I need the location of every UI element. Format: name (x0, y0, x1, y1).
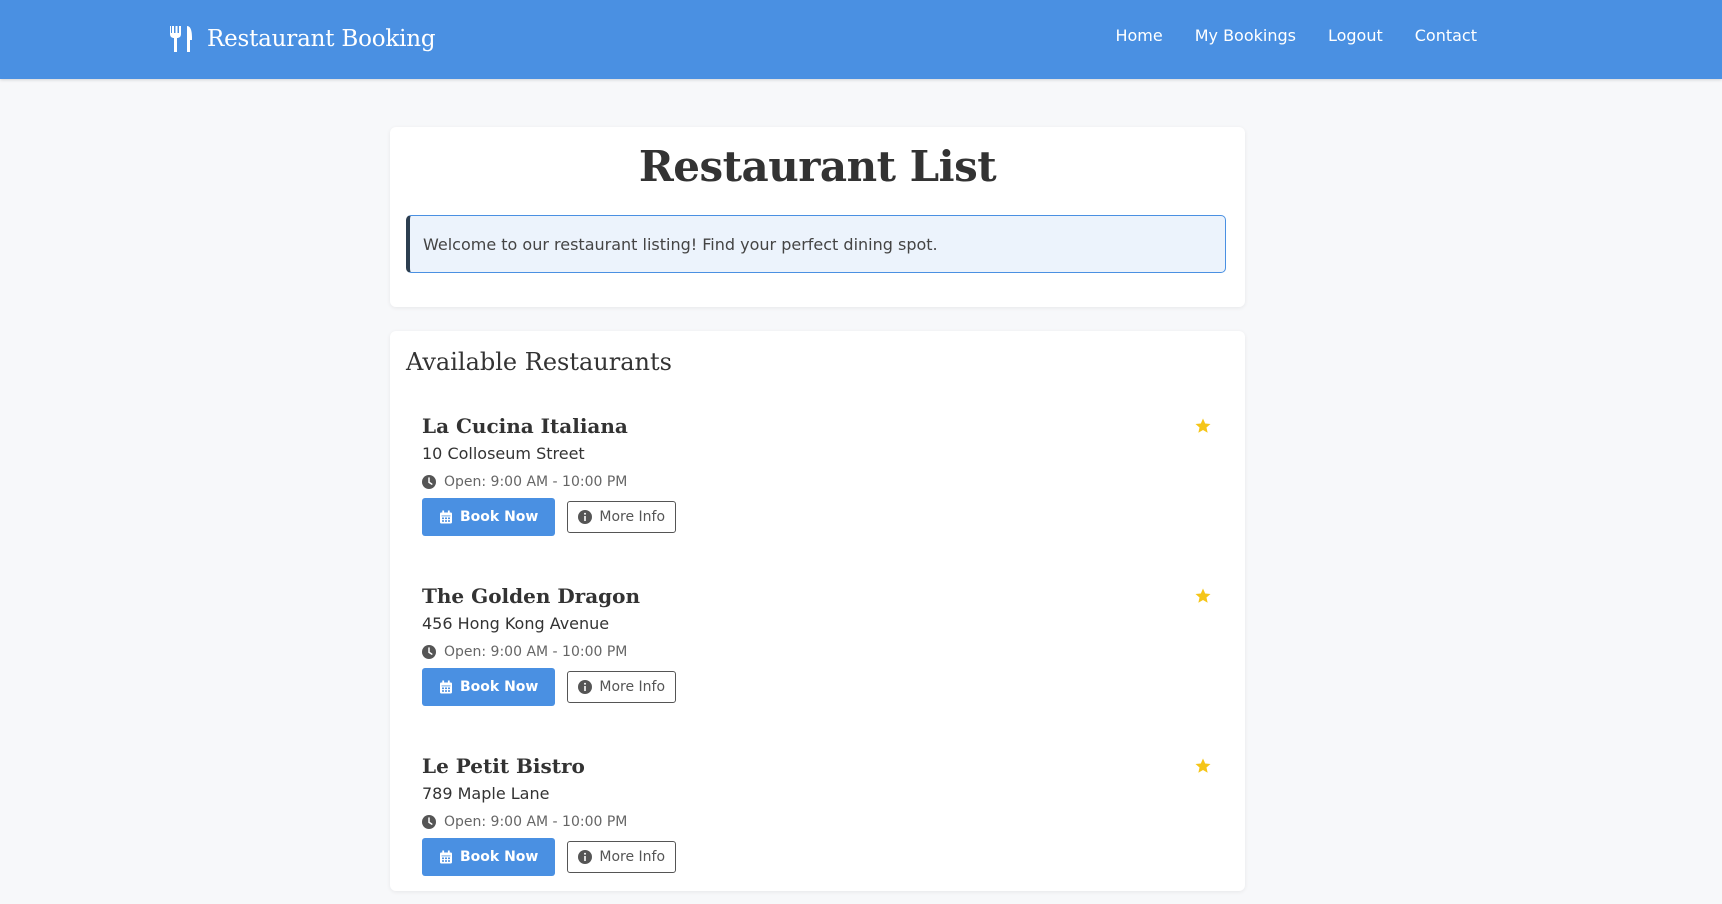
restaurant-hours: Open: 9:00 AM - 10:00 PM (422, 814, 627, 830)
brand-title: Restaurant Booking (207, 26, 436, 52)
brand-link[interactable]: Restaurant Booking (168, 22, 436, 56)
star-icon[interactable] (1194, 757, 1212, 775)
restaurant-item: La Cucina Italiana 10 Colloseum Street O… (422, 414, 1212, 564)
clock-icon (422, 475, 436, 489)
calendar-icon (439, 510, 453, 524)
restaurant-name: The Golden Dragon (422, 584, 641, 608)
restaurant-name: La Cucina Italiana (422, 414, 628, 438)
hours-text: Open: 9:00 AM - 10:00 PM (444, 644, 628, 660)
more-info-label: More Info (599, 679, 666, 695)
more-info-label: More Info (599, 509, 666, 525)
hours-text: Open: 9:00 AM - 10:00 PM (444, 814, 628, 830)
more-info-button[interactable]: More Info (567, 671, 677, 703)
page-title: Restaurant List (638, 142, 997, 191)
info-circle-icon (578, 680, 593, 694)
more-info-button[interactable]: More Info (567, 841, 677, 873)
nav-home-link[interactable]: Home (1115, 26, 1162, 45)
restaurant-address: 456 Hong Kong Avenue (422, 614, 610, 633)
restaurant-hours: Open: 9:00 AM - 10:00 PM (422, 474, 627, 490)
more-info-label: More Info (599, 849, 666, 865)
calendar-icon (439, 680, 453, 694)
book-now-button[interactable]: Book Now (422, 498, 556, 536)
welcome-message: Welcome to our restaurant listing! Find … (423, 234, 938, 254)
header-card: Restaurant List Welcome to our restauran… (390, 127, 1245, 307)
clock-icon (422, 645, 436, 659)
welcome-alert: Welcome to our restaurant listing! Find … (406, 215, 1226, 273)
book-now-label: Book Now (460, 679, 539, 695)
clock-icon (422, 815, 436, 829)
calendar-icon (439, 850, 453, 864)
restaurant-address: 10 Colloseum Street (422, 444, 585, 463)
restaurant-actions: Book Now More Info (422, 498, 677, 536)
utensils-icon (168, 25, 194, 53)
nav-logout-link[interactable]: Logout (1328, 26, 1383, 45)
restaurant-actions: Book Now More Info (422, 668, 677, 706)
more-info-button[interactable]: More Info (567, 501, 677, 533)
book-now-label: Book Now (460, 509, 539, 525)
book-now-label: Book Now (460, 849, 539, 865)
restaurant-address: 789 Maple Lane (422, 784, 550, 803)
restaurant-item: The Golden Dragon 456 Hong Kong Avenue O… (422, 584, 1212, 734)
book-now-button[interactable]: Book Now (422, 668, 556, 706)
nav-contact-link[interactable]: Contact (1415, 26, 1477, 45)
nav-my-bookings-link[interactable]: My Bookings (1195, 26, 1296, 45)
star-icon[interactable] (1194, 587, 1212, 605)
info-circle-icon (578, 510, 593, 524)
restaurant-item: Le Petit Bistro 789 Maple Lane Open: 9:0… (422, 754, 1212, 904)
nav-links: Home My Bookings Logout Contact (1083, 26, 1477, 45)
info-circle-icon (578, 850, 593, 864)
restaurant-hours: Open: 9:00 AM - 10:00 PM (422, 644, 627, 660)
restaurant-actions: Book Now More Info (422, 838, 677, 876)
restaurant-list-card: Available Restaurants La Cucina Italiana… (390, 331, 1245, 891)
navbar: Restaurant Booking Home My Bookings Logo… (0, 0, 1722, 79)
book-now-button[interactable]: Book Now (422, 838, 556, 876)
restaurant-name: Le Petit Bistro (422, 754, 585, 778)
section-title: Available Restaurants (406, 348, 672, 376)
star-icon[interactable] (1194, 417, 1212, 435)
hours-text: Open: 9:00 AM - 10:00 PM (444, 474, 628, 490)
